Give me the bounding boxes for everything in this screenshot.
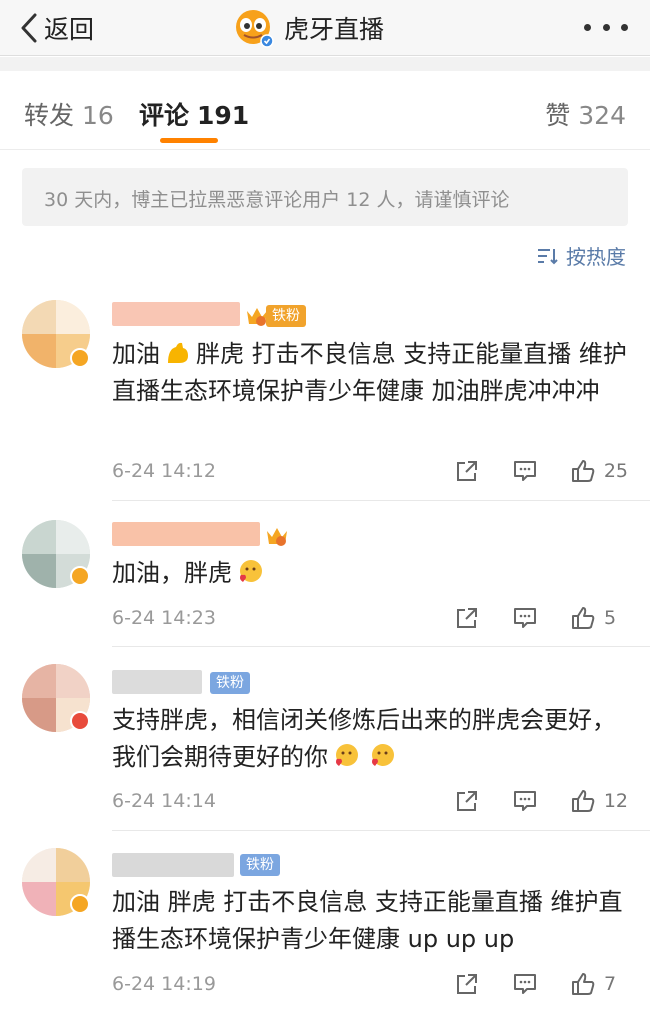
- comment-text-part: 加油，胖虎: [112, 559, 232, 587]
- sort-label: 按热度: [566, 245, 626, 269]
- fan-tag: 铁粉: [240, 854, 280, 876]
- tab-bar: 转发 16 评论 191 赞 324: [0, 72, 650, 150]
- tab-reposts[interactable]: 转发 16: [24, 96, 114, 132]
- comment-time: 6-24 14:12: [112, 460, 216, 482]
- reply-icon[interactable]: [512, 788, 538, 814]
- thumbs-up-icon: [571, 790, 595, 812]
- back-label: 返回: [44, 15, 95, 44]
- comment-text: 加油 胖虎 打击不良信息 支持正能量直播 维护直播生态环境保护青少年健康 加油胖虎…: [112, 336, 628, 410]
- like-button[interactable]: 12: [570, 788, 628, 814]
- verified-badge-icon: [70, 348, 90, 368]
- comment-time: 6-24 14:23: [112, 607, 216, 629]
- back-button[interactable]: 返回: [18, 8, 94, 48]
- reply-icon[interactable]: [512, 458, 538, 484]
- username-blurred[interactable]: [112, 853, 234, 877]
- huya-logo-icon: [234, 8, 274, 48]
- thumbs-up-icon: [572, 607, 595, 629]
- share-icon[interactable]: [454, 971, 480, 997]
- kiss-heart-emoji-icon: [372, 744, 394, 766]
- like-button[interactable]: 25: [570, 458, 628, 484]
- kiss-heart-emoji-icon: [240, 560, 262, 582]
- comment-text-part: 加油: [112, 340, 160, 368]
- comment-actions: 25: [454, 456, 628, 486]
- top-nav-bar: 返回 虎牙直播: [0, 0, 650, 56]
- comment-time: 6-24 14:19: [112, 973, 216, 995]
- fan-tag: 铁粉: [266, 305, 306, 327]
- like-count: 5: [604, 607, 617, 629]
- thumbs-up-icon: [571, 460, 595, 482]
- chevron-left-icon: [21, 13, 37, 43]
- flexed-biceps-emoji-icon: [168, 342, 188, 363]
- share-icon[interactable]: [454, 788, 480, 814]
- comment-divider: [112, 830, 650, 831]
- divider-strip: [0, 57, 650, 71]
- reply-icon[interactable]: [512, 971, 538, 997]
- comment-text-part: 加油 胖虎 打击不良信息 支持正能量直播 维护直播生态环境保护青少年健康 up …: [112, 888, 623, 953]
- like-button[interactable]: 5: [570, 605, 628, 631]
- tab-reposts-count: 16: [82, 101, 114, 130]
- fan-tag: 铁粉: [210, 672, 250, 694]
- verified-badge-icon: [70, 894, 90, 914]
- username-blurred[interactable]: [112, 670, 202, 694]
- comment-actions: 12: [454, 786, 628, 816]
- like-count: 12: [603, 790, 628, 812]
- blocked-users-notice: 30 天内，博主已拉黑恶意评论用户 12 人，请谨慎评论: [22, 168, 628, 226]
- tab-comments-count: 191: [197, 101, 250, 130]
- tab-likes[interactable]: 赞 324: [545, 96, 626, 132]
- comment-text: 支持胖虎，相信闭关修炼后出来的胖虎会更好，我们会期待更好的你: [112, 702, 628, 776]
- more-dots-icon[interactable]: [584, 14, 628, 40]
- reply-icon[interactable]: [512, 605, 538, 631]
- like-button[interactable]: 7: [570, 971, 628, 997]
- tab-likes-label: 赞: [545, 101, 571, 130]
- share-icon[interactable]: [454, 458, 480, 484]
- page-title: 虎牙直播: [284, 15, 385, 44]
- comment-actions: 5: [454, 603, 628, 633]
- sort-icon: [538, 248, 558, 264]
- like-count: 7: [604, 973, 617, 995]
- comment-text-part: 支持胖虎，相信闭关修炼后出来的胖虎会更好，我们会期待更好的你: [112, 706, 616, 771]
- comment-text: 加油 胖虎 打击不良信息 支持正能量直播 维护直播生态环境保护青少年健康 up …: [112, 884, 628, 958]
- sort-by-hot-button[interactable]: 按热度: [536, 241, 626, 270]
- comment-time: 6-24 14:14: [112, 790, 216, 812]
- share-icon[interactable]: [454, 605, 480, 631]
- verified-badge-icon: [70, 711, 90, 731]
- thumbs-up-icon: [572, 973, 595, 995]
- comment-actions: 7: [454, 969, 628, 999]
- verified-badge-icon: [70, 566, 90, 586]
- nav-title-group: 虎牙直播: [234, 8, 384, 48]
- kiss-heart-emoji-icon: [336, 744, 358, 766]
- username-blurred[interactable]: [112, 302, 240, 326]
- crown-level-icon: [264, 523, 290, 549]
- tab-reposts-label: 转发: [24, 101, 75, 130]
- tab-comments-label: 评论: [139, 101, 190, 130]
- comment-text: 加油，胖虎: [112, 555, 628, 592]
- like-count: 25: [603, 460, 628, 482]
- comment-divider: [112, 646, 650, 647]
- comment-divider: [112, 500, 650, 501]
- tab-likes-count: 324: [578, 101, 626, 130]
- active-tab-indicator: [160, 138, 218, 143]
- username-blurred[interactable]: [112, 522, 260, 546]
- tab-comments[interactable]: 评论 191: [139, 96, 249, 132]
